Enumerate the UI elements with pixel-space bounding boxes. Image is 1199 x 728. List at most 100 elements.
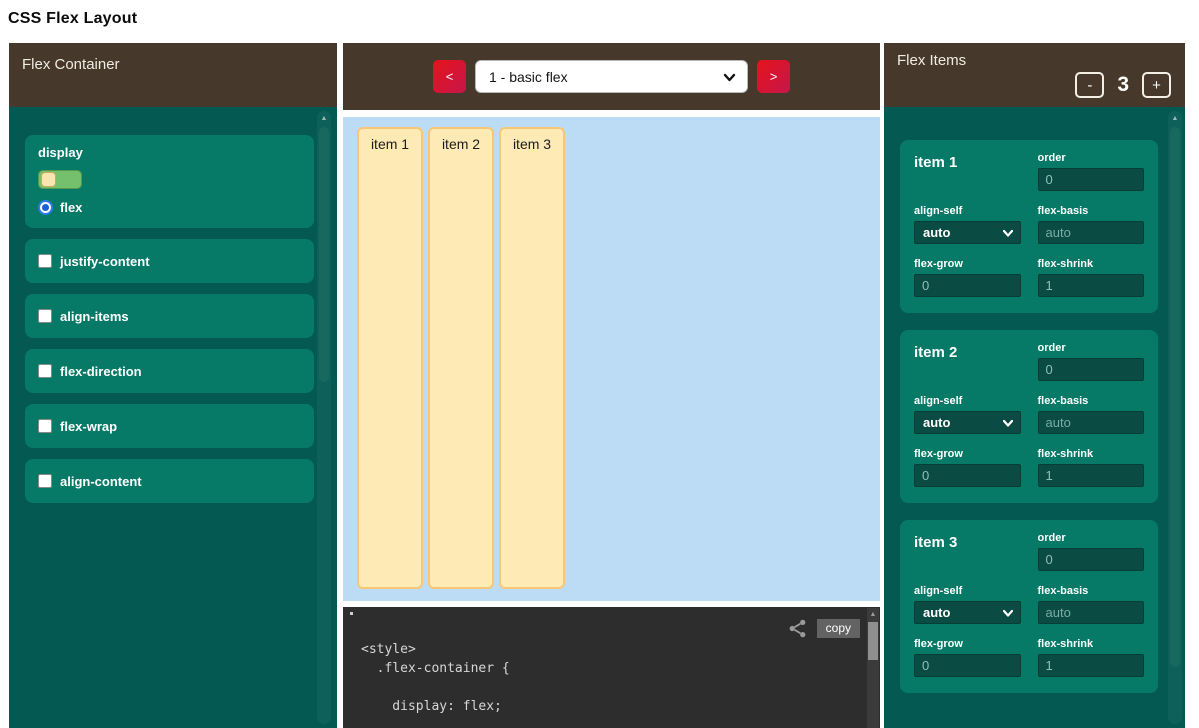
flex-grow-label: flex-grow <box>914 448 1021 460</box>
align-self-value: auto <box>923 605 950 620</box>
align-self-value: auto <box>923 225 950 240</box>
scroll-up-icon[interactable]: ▲ <box>867 608 879 618</box>
scroll-up-icon[interactable]: ▲ <box>317 111 331 122</box>
flex-radio[interactable] <box>38 200 53 215</box>
item-1-flex-grow-input[interactable] <box>914 274 1021 297</box>
order-label: order <box>1038 152 1145 164</box>
bullet-dot <box>350 612 353 615</box>
align-self-label: align-self <box>914 395 1021 407</box>
flex-direction-label: flex-direction <box>60 364 142 379</box>
item-count: 3 <box>1117 73 1129 97</box>
flex-container-panel: Flex Container display flex justify-cont… <box>9 43 337 728</box>
item-1-align-self-select[interactable]: auto <box>914 221 1021 244</box>
item-2-flex-grow-input[interactable] <box>914 464 1021 487</box>
share-icon[interactable] <box>787 618 808 639</box>
item-count-stepper: - 3 + <box>897 72 1171 98</box>
flex-wrap-checkbox[interactable] <box>38 419 52 433</box>
flex-grow-label: flex-grow <box>914 638 1021 650</box>
item-2-flex-basis-input[interactable] <box>1038 411 1145 434</box>
chevron-down-icon <box>1003 229 1013 238</box>
item-1-card: item 1 order align-self auto <box>900 140 1158 313</box>
display-control-card: display flex <box>25 135 314 228</box>
item-2-align-self-select[interactable]: auto <box>914 411 1021 434</box>
preview-item-1: item 1 <box>357 127 423 589</box>
item-3-title: item 3 <box>914 532 1021 571</box>
item-1-order-input[interactable] <box>1038 168 1145 191</box>
code-panel: copy ▲ <style> .flex-container { display… <box>343 607 880 728</box>
prev-example-button[interactable]: < <box>433 60 466 93</box>
property-card-align-content[interactable]: align-content <box>25 459 314 503</box>
property-card-flex-direction[interactable]: flex-direction <box>25 349 314 393</box>
item-3-card: item 3 order align-self auto <box>900 520 1158 693</box>
display-toggle[interactable] <box>38 170 82 189</box>
flex-basis-label: flex-basis <box>1038 205 1145 217</box>
flex-items-panel: Flex Items - 3 + item 1 order <box>884 43 1185 728</box>
flex-items-title: Flex Items <box>897 52 1171 69</box>
order-label: order <box>1038 532 1145 544</box>
flex-radio-label: flex <box>60 200 82 215</box>
preview-item-3: item 3 <box>499 127 565 589</box>
flex-items-header: Flex Items - 3 + <box>884 43 1185 107</box>
flex-items-body: item 1 order align-self auto <box>884 107 1185 728</box>
align-items-checkbox[interactable] <box>38 309 52 323</box>
item-2-card: item 2 order align-self auto <box>900 330 1158 503</box>
justify-content-label: justify-content <box>60 254 150 269</box>
align-self-label: align-self <box>914 205 1021 217</box>
justify-content-checkbox[interactable] <box>38 254 52 268</box>
next-example-button[interactable]: > <box>757 60 790 93</box>
item-1-flex-shrink-input[interactable] <box>1038 274 1145 297</box>
preview-column: < 1 - basic flex > item 1 item 2 item 3 <box>343 43 880 728</box>
flex-container-body: display flex justify-content align-item <box>9 107 337 728</box>
item-3-flex-basis-input[interactable] <box>1038 601 1145 624</box>
flex-direction-checkbox[interactable] <box>38 364 52 378</box>
align-content-checkbox[interactable] <box>38 474 52 488</box>
page-title: CSS Flex Layout <box>8 10 1199 28</box>
add-item-button[interactable]: + <box>1142 72 1171 98</box>
example-nav-bar: < 1 - basic flex > <box>343 43 880 110</box>
main-layout: Flex Container display flex justify-cont… <box>9 43 1199 728</box>
order-label: order <box>1038 342 1145 354</box>
code-scrollbar[interactable]: ▲ <box>867 608 879 728</box>
scroll-up-icon[interactable]: ▲ <box>1168 111 1182 122</box>
item-3-flex-grow-input[interactable] <box>914 654 1021 677</box>
item-1-title: item 1 <box>914 152 1021 191</box>
flex-items-scrollbar[interactable]: ▲ <box>1168 111 1182 724</box>
align-self-value: auto <box>923 415 950 430</box>
copy-button[interactable]: copy <box>817 619 860 638</box>
example-select-value: 1 - basic flex <box>489 69 568 85</box>
flex-container-scrollbar[interactable]: ▲ <box>317 111 331 724</box>
scrollbar-thumb[interactable] <box>1170 127 1180 667</box>
flex-shrink-label: flex-shrink <box>1038 258 1145 270</box>
flex-preview-container: item 1 item 2 item 3 <box>343 117 880 601</box>
align-self-label: align-self <box>914 585 1021 597</box>
flex-wrap-label: flex-wrap <box>60 419 117 434</box>
chevron-down-icon <box>1003 419 1013 428</box>
toggle-knob <box>41 172 56 187</box>
preview-item-2: item 2 <box>428 127 494 589</box>
flex-basis-label: flex-basis <box>1038 585 1145 597</box>
example-select[interactable]: 1 - basic flex <box>475 60 748 93</box>
scrollbar-thumb[interactable] <box>319 127 329 382</box>
flex-grow-label: flex-grow <box>914 258 1021 270</box>
chevron-down-icon <box>1003 609 1013 618</box>
remove-item-button[interactable]: - <box>1075 72 1104 98</box>
align-items-label: align-items <box>60 309 129 324</box>
item-3-flex-shrink-input[interactable] <box>1038 654 1145 677</box>
item-3-align-self-select[interactable]: auto <box>914 601 1021 624</box>
property-card-flex-wrap[interactable]: flex-wrap <box>25 404 314 448</box>
item-2-order-input[interactable] <box>1038 358 1145 381</box>
align-content-label: align-content <box>60 474 142 489</box>
item-2-flex-shrink-input[interactable] <box>1038 464 1145 487</box>
flex-basis-label: flex-basis <box>1038 395 1145 407</box>
item-2-title: item 2 <box>914 342 1021 381</box>
flex-shrink-label: flex-shrink <box>1038 638 1145 650</box>
title-bar: CSS Flex Layout <box>0 0 1199 43</box>
property-card-align-items[interactable]: align-items <box>25 294 314 338</box>
property-card-justify-content[interactable]: justify-content <box>25 239 314 283</box>
display-label: display <box>38 145 301 160</box>
scrollbar-thumb[interactable] <box>868 622 878 660</box>
item-1-flex-basis-input[interactable] <box>1038 221 1145 244</box>
chevron-down-icon <box>723 71 736 84</box>
item-3-order-input[interactable] <box>1038 548 1145 571</box>
flex-shrink-label: flex-shrink <box>1038 448 1145 460</box>
